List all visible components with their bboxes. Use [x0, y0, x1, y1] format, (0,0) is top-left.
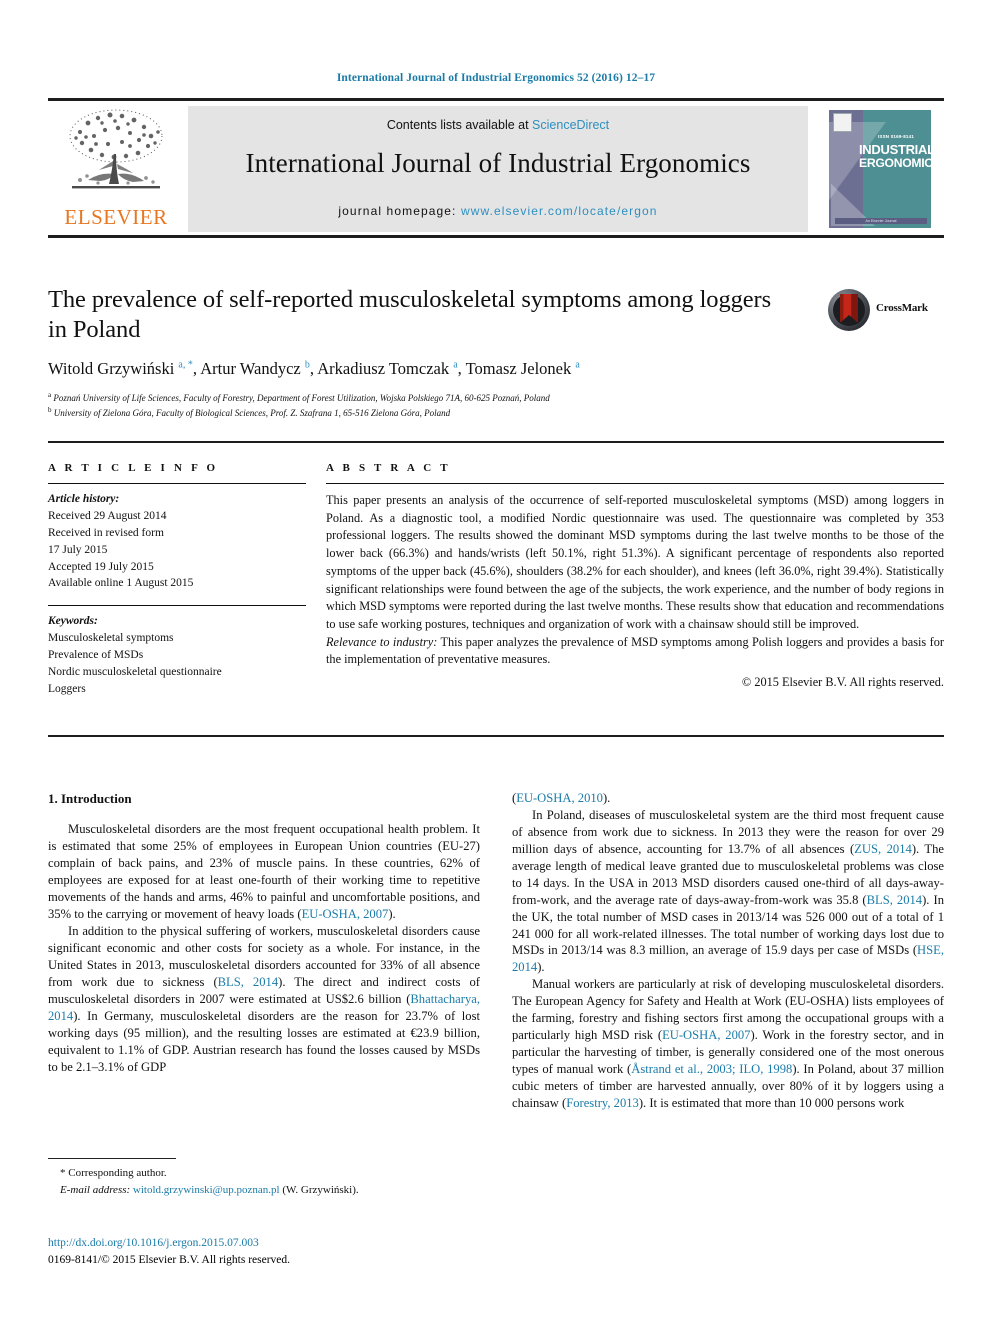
email-label: E-mail address:	[60, 1183, 131, 1196]
citation-link[interactable]: ZUS, 2014	[854, 842, 912, 856]
cover-diagonal-2	[831, 166, 877, 226]
info-section-top-rule	[48, 441, 944, 443]
affiliation-b: b University of Zielona Góra, Faculty of…	[48, 406, 451, 419]
citation-link[interactable]: EU-OSHA, 2007	[302, 907, 389, 921]
running-head: International Journal of Industrial Ergo…	[336, 72, 656, 84]
email-link[interactable]: witold.grzywinski@up.poznan.pl	[133, 1184, 280, 1196]
journal-title: International Journal of Industrial Ergo…	[245, 148, 751, 178]
body-text: ).	[388, 907, 396, 922]
article-info-rule-1	[48, 483, 306, 484]
history-item: Available online 1 August 2015	[48, 577, 194, 590]
abstract-heading: A B S T R A C T	[326, 462, 451, 474]
article-info-column: A R T I C L E I N F O Article history: R…	[48, 462, 306, 698]
relevance-to-industry: Relevance to industry: This paper analyz…	[326, 634, 944, 669]
abstract-copyright: © 2015 Elsevier B.V. All rights reserved…	[741, 675, 944, 690]
crossmark-label: CrossMark	[876, 302, 928, 314]
title-block: The prevalence of self-reported musculos…	[48, 285, 944, 421]
cover-title-line1: INDUSTRIAL	[859, 142, 931, 157]
body-text: ). In Germany, musculoskeletal disorders…	[48, 1008, 480, 1074]
cover-footer-text: An Elsevier Journal	[865, 219, 897, 223]
citation-link[interactable]: EU-OSHA, 2007	[662, 1028, 750, 1042]
keyword-item: Musculoskeletal symptoms	[48, 632, 174, 645]
article-history-label: Article history:	[48, 493, 120, 505]
journal-masthead: ELSEVIER Contents lists available at Sci…	[48, 98, 944, 238]
body-column-right: (EU-OSHA, 2010). In Poland, diseases of m…	[512, 790, 944, 1112]
elsevier-wordmark: ELSEVIER	[64, 205, 168, 229]
body-text: ).	[602, 791, 611, 805]
cover-issn: ISSN 0169-8141	[877, 134, 915, 139]
abstract-rule	[326, 483, 944, 484]
crossmark-circle-icon	[828, 289, 870, 331]
keyword-item: Nordic musculoskeletal questionnaire	[48, 666, 222, 679]
history-item: Received 29 August 2014	[48, 509, 167, 522]
elsevier-logo: ELSEVIER	[52, 106, 180, 232]
journal-homepage-link[interactable]: www.elsevier.com/locate/ergon	[461, 204, 658, 218]
contents-available-line: Contents lists available at ScienceDirec…	[188, 118, 808, 132]
body-paragraph: Manual workers are particularly at risk …	[512, 976, 944, 1112]
citation-link[interactable]: BLS, 2014	[218, 975, 278, 989]
page-title: The prevalence of self-reported musculos…	[48, 286, 772, 343]
affiliation-a: a Poznań University of Life Sciences, Fa…	[48, 390, 550, 403]
masthead-bottom-rule	[48, 235, 944, 238]
contents-prefix: Contents lists available at	[386, 118, 533, 132]
citation-link[interactable]: Åstrand et al., 2003; ILO, 1998	[631, 1062, 792, 1076]
section-heading-introduction: 1. Introduction	[48, 791, 132, 806]
citation-link[interactable]: BLS, 2014	[867, 893, 922, 907]
crossmark-ribbon-notch	[840, 315, 858, 323]
elsevier-tree-icon	[69, 109, 163, 189]
homepage-prefix: journal homepage:	[338, 204, 461, 218]
masthead-top-rule	[48, 98, 944, 101]
journal-band: Contents lists available at ScienceDirec…	[188, 106, 808, 232]
body-text: ). It is estimated that more than 10 000…	[638, 1095, 905, 1110]
body-top-rule	[48, 735, 944, 737]
intro-paragraphs-left: Musculoskeletal disorders are the most f…	[48, 821, 480, 1075]
author-list: Witold Grzywiński a, *, Artur Wandycz b,…	[48, 358, 580, 378]
keyword-item: Loggers	[48, 682, 86, 695]
body-paragraph: Musculoskeletal disorders are the most f…	[48, 821, 480, 923]
cover-footer-bar: An Elsevier Journal	[835, 218, 927, 224]
footnote-block: * Corresponding author. E-mail address: …	[48, 1158, 480, 1198]
doi-link[interactable]: http://dx.doi.org/10.1016/j.ergon.2015.0…	[48, 1235, 480, 1252]
body-paragraph: In Poland, diseases of musculoskeletal s…	[512, 807, 944, 976]
cover-artwork: ISSN 0169-8141 INDUSTRIAL ERGONOMICS An …	[829, 110, 931, 228]
body-paragraph: In addition to the physical suffering of…	[48, 923, 480, 1075]
body-text: Musculoskeletal disorders are the most f…	[48, 822, 480, 922]
history-item: Accepted 19 July 2015	[48, 560, 154, 573]
footnote-rule	[48, 1158, 176, 1159]
citation-link[interactable]: EU-OSHA, 2010	[516, 791, 603, 805]
keywords-label: Keywords:	[48, 615, 98, 628]
body-paragraph: (EU-OSHA, 2010).	[512, 790, 944, 807]
body-text: ).	[537, 960, 545, 975]
issn-copyright-line: 0169-8141/© 2015 Elsevier B.V. All right…	[48, 1253, 291, 1266]
cover-elsevier-mark-icon	[833, 113, 852, 132]
history-item: Received in revised form	[48, 526, 164, 539]
abstract-column: A B S T R A C T This paper presents an a…	[326, 462, 944, 690]
relevance-label: Relevance to industry:	[326, 634, 438, 649]
intro-paragraphs-right: (EU-OSHA, 2010). In Poland, diseases of m…	[512, 790, 944, 1112]
article-info-heading: A R T I C L E I N F O	[48, 462, 219, 474]
keywords-block: Keywords: Musculoskeletal symptoms Preva…	[48, 613, 306, 697]
paper-page: International Journal of Industrial Ergo…	[0, 0, 992, 1323]
article-info-rule-2	[48, 605, 306, 607]
corresponding-author-note: * Corresponding author.	[60, 1167, 167, 1179]
abstract-body: This paper presents an analysis of the o…	[326, 492, 944, 669]
citation-link[interactable]: Forestry, 2013	[566, 1096, 639, 1110]
crossmark-badge[interactable]: CrossMark	[828, 289, 944, 333]
doi-block: http://dx.doi.org/10.1016/j.ergon.2015.0…	[48, 1235, 480, 1268]
body-column-left: 1. Introduction Musculoskeletal disorder…	[48, 790, 480, 1076]
keyword-item: Prevalence of MSDs	[48, 649, 144, 662]
sciencedirect-link[interactable]: ScienceDirect	[532, 118, 609, 132]
journal-homepage-line: journal homepage: www.elsevier.com/locat…	[188, 204, 808, 218]
cover-title-line2: ERGONOMICS	[859, 156, 931, 170]
affiliations: a Poznań University of Life Sciences, Fa…	[48, 390, 848, 421]
article-history: Article history: Received 29 August 2014…	[48, 491, 306, 592]
history-item: 17 July 2015	[48, 543, 108, 556]
abstract-text: This paper presents an analysis of the o…	[326, 493, 944, 631]
email-suffix: (W. Grzywiński).	[282, 1183, 359, 1196]
journal-cover-thumbnail[interactable]: ISSN 0169-8141 INDUSTRIAL ERGONOMICS An …	[824, 107, 936, 231]
email-note: E-mail address: witold.grzywinski@up.poz…	[48, 1182, 480, 1199]
